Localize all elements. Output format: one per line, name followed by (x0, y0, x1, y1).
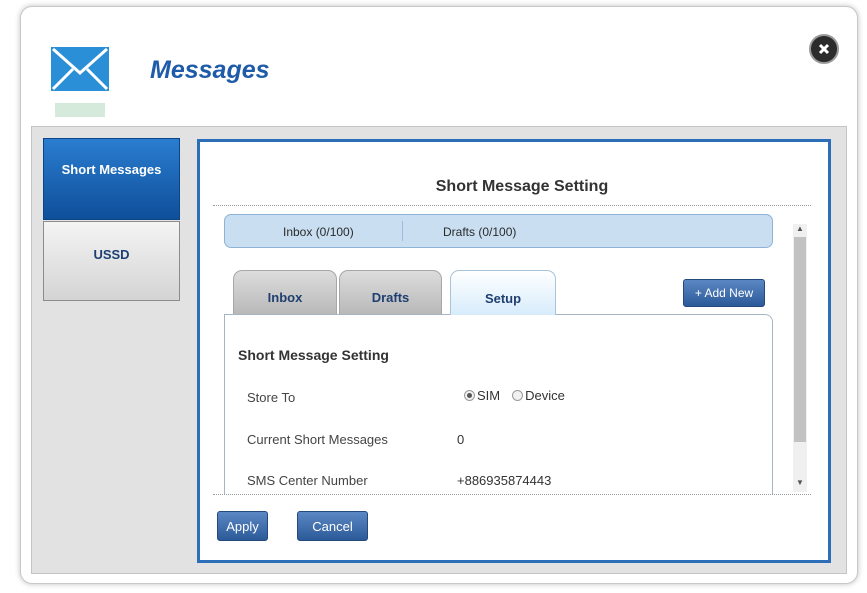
drafts-count: Drafts (0/100) (443, 225, 517, 239)
divider (213, 205, 811, 206)
current-messages-label: Current Short Messages (247, 432, 388, 447)
messages-dialog: Messages Short Messages USSD Short Messa… (20, 6, 858, 584)
sim-radio[interactable] (464, 390, 475, 401)
setup-panel: Short Message Setting Store To SIM Devic… (224, 314, 773, 494)
device-radio-label: Device (525, 388, 565, 403)
content-panel: Short Message Setting Inbox (0/100) Draf… (197, 139, 831, 563)
inbox-count: Inbox (0/100) (283, 225, 354, 239)
dialog-header: Messages (21, 7, 857, 125)
close-button[interactable] (809, 34, 839, 64)
sms-center-value: +886935874443 (457, 473, 552, 488)
sidebar-item-ussd[interactable]: USSD (43, 221, 180, 301)
section-heading: Short Message Setting (435, 178, 609, 195)
tab-label: Setup (484, 290, 522, 306)
sim-radio-label: SIM (477, 388, 501, 403)
current-messages-value: 0 (457, 432, 465, 447)
scrollbar[interactable]: ▲ ▼ (793, 224, 807, 492)
cancel-button[interactable]: Cancel (297, 511, 368, 541)
sidebar-item-label: Short Messages (61, 161, 162, 177)
sidebar-item-label: USSD (93, 246, 130, 262)
envelope-icon (51, 47, 109, 119)
sms-center-label: SMS Center Number (247, 473, 368, 488)
tab-setup[interactable]: Setup (450, 270, 556, 315)
setup-section-title: Short Message Setting (238, 347, 389, 363)
divider (402, 221, 403, 241)
scroll-thumb[interactable] (794, 237, 806, 442)
page-title: Messages (150, 56, 270, 84)
message-counts-bar: Inbox (0/100) Drafts (0/100) (224, 214, 773, 248)
scroll-down-icon[interactable]: ▼ (793, 478, 807, 487)
scroll-up-icon[interactable]: ▲ (793, 224, 807, 233)
add-new-button[interactable]: + Add New (683, 279, 765, 307)
tab-inbox[interactable]: Inbox (233, 270, 337, 314)
tab-label: Drafts (371, 290, 410, 305)
tab-label: Inbox (267, 290, 303, 305)
store-to-label: Store To (247, 390, 296, 405)
close-icon (818, 43, 830, 55)
device-radio[interactable] (512, 390, 524, 401)
apply-button[interactable]: Apply (217, 511, 268, 541)
sidebar-item-short-messages[interactable]: Short Messages (43, 138, 180, 220)
divider (213, 494, 811, 495)
tab-drafts[interactable]: Drafts (339, 270, 442, 314)
store-to-radio-group: SIM Device (464, 388, 565, 403)
